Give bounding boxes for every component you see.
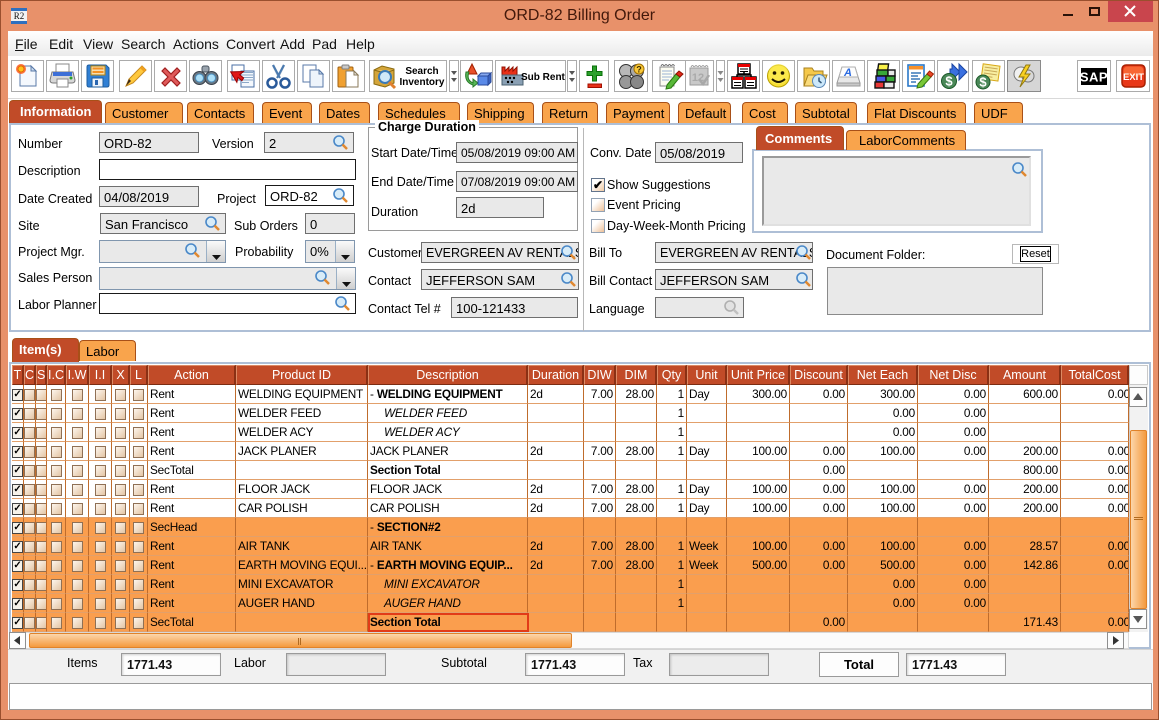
- svg-text:EXIT: EXIT: [1123, 72, 1144, 83]
- svg-text:?: ?: [636, 65, 642, 75]
- svg-text:$: $: [945, 74, 953, 89]
- svg-text:SAP: SAP: [1080, 70, 1108, 85]
- svg-text:A: A: [843, 67, 852, 79]
- svg-text:Inventory: Inventory: [399, 77, 444, 88]
- svg-text:Search: Search: [405, 66, 438, 77]
- svg-text:Sub Rent: Sub Rent: [521, 72, 565, 83]
- svg-text:$: $: [979, 75, 987, 90]
